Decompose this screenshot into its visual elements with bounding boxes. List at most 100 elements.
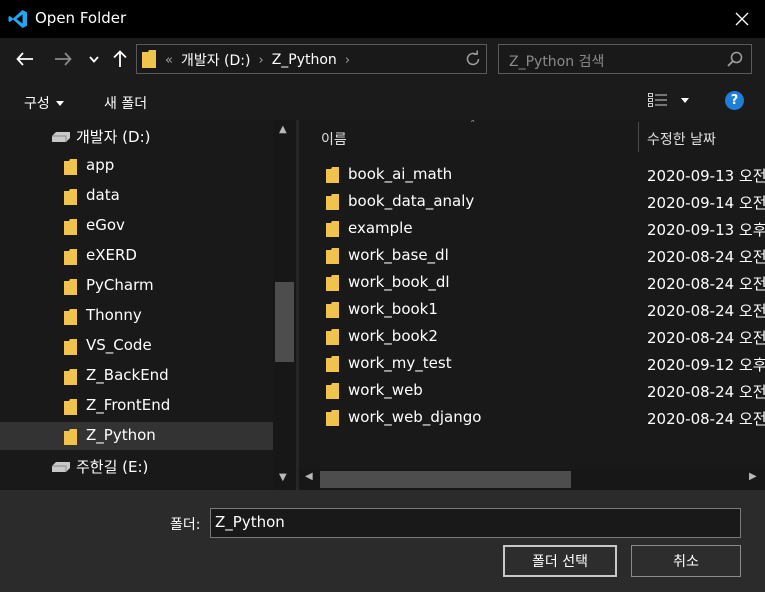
folder-icon xyxy=(326,410,339,426)
breadcrumb-separator-icon[interactable]: › xyxy=(258,53,263,68)
scrollbar-thumb[interactable] xyxy=(275,282,294,362)
file-row[interactable]: example 2020-09-13 오후 1 xyxy=(299,216,765,243)
nav-item-drive-d[interactable]: 개발자 (D:) xyxy=(0,122,273,150)
scroll-right-arrow-icon[interactable]: ▶ xyxy=(749,471,757,482)
file-date: 2020-08-24 오전 1 xyxy=(647,275,765,293)
nav-item-label: 주한길 (E:) xyxy=(76,458,149,476)
file-row[interactable]: work_web 2020-08-24 오전 1 xyxy=(299,378,765,405)
help-button[interactable]: ? xyxy=(725,91,744,110)
folder-icon xyxy=(64,279,77,295)
nav-item-label: PyCharm xyxy=(86,276,154,294)
nav-item-drive-e[interactable]: 주한길 (E:) xyxy=(0,452,273,480)
nav-item-z-python[interactable]: Z_Python xyxy=(0,422,273,450)
column-header-name[interactable]: 이름 xyxy=(321,129,347,162)
breadcrumb-separator-icon[interactable]: › xyxy=(345,53,350,68)
nav-item-z-frontend[interactable]: Z_FrontEnd xyxy=(0,392,273,420)
scroll-left-arrow-icon[interactable]: ◀ xyxy=(305,471,313,482)
file-date: 2020-09-12 오후 1 xyxy=(647,356,765,374)
up-button[interactable] xyxy=(108,47,132,71)
nav-item-label: VS_Code xyxy=(86,336,152,354)
folder-icon xyxy=(64,339,77,355)
file-name: work_book_dl xyxy=(348,273,450,291)
nav-item-label: Z_Python xyxy=(86,426,156,444)
folder-icon xyxy=(64,189,77,205)
sort-ascending-icon: ˄ xyxy=(470,120,476,131)
folder-icon xyxy=(326,383,339,399)
file-name: example xyxy=(348,219,413,237)
file-row[interactable]: work_book2 2020-08-24 오전 1 xyxy=(299,324,765,351)
nav-item-label: eXERD xyxy=(86,246,137,264)
address-bar[interactable]: « 개발자 (D:) › Z_Python › xyxy=(136,44,487,74)
dropdown-arrow-icon xyxy=(681,98,689,103)
column-header-date[interactable]: 수정한 날짜 xyxy=(647,129,716,162)
nav-item-thonny[interactable]: Thonny xyxy=(0,302,273,330)
drive-icon xyxy=(52,462,70,472)
command-toolbar: 구성 새 폴더 xyxy=(0,82,765,120)
column-divider[interactable] xyxy=(638,122,639,152)
forward-button[interactable] xyxy=(51,47,75,71)
close-icon xyxy=(735,12,749,26)
nav-vertical-scrollbar[interactable]: ▲ ▼ xyxy=(273,120,296,490)
file-name: work_web xyxy=(348,381,423,399)
folder-icon xyxy=(64,159,77,175)
folder-icon xyxy=(64,399,77,415)
nav-item-label: data xyxy=(86,186,120,204)
nav-item-label: 개발자 (D:) xyxy=(76,128,151,146)
file-row[interactable]: book_data_analy 2020-09-14 오전 1 xyxy=(299,189,765,216)
new-folder-button[interactable]: 새 폴더 xyxy=(104,93,147,113)
file-row[interactable]: book_ai_math 2020-09-13 오전 1 xyxy=(299,162,765,189)
arrow-left-icon xyxy=(16,52,33,66)
dropdown-arrow-icon xyxy=(55,100,64,106)
search-input[interactable]: Z_Python 검색 xyxy=(498,44,752,74)
file-row[interactable]: work_book1 2020-08-24 오전 1 xyxy=(299,297,765,324)
nav-item-label: Thonny xyxy=(86,306,142,324)
folder-icon xyxy=(64,249,77,265)
file-list-horizontal-scrollbar[interactable]: ◀ ▶ xyxy=(299,469,765,490)
organize-button[interactable]: 구성 xyxy=(24,93,64,113)
file-row[interactable]: work_base_dl 2020-08-24 오전 1 xyxy=(299,243,765,270)
folder-name-input[interactable]: Z_Python xyxy=(210,508,741,538)
file-row[interactable]: work_web_django 2020-08-24 오전 1 xyxy=(299,405,765,432)
nav-item-pycharm[interactable]: PyCharm xyxy=(0,272,273,300)
nav-item-z-backend[interactable]: Z_BackEnd xyxy=(0,362,273,390)
arrow-right-icon xyxy=(55,52,72,66)
file-row[interactable]: work_my_test 2020-09-12 오후 1 xyxy=(299,351,765,378)
folder-icon xyxy=(326,356,339,372)
nav-item-exerd[interactable]: eXERD xyxy=(0,242,273,270)
cancel-button[interactable]: 취소 xyxy=(631,545,741,577)
nav-item-egov[interactable]: eGov xyxy=(0,212,273,240)
close-button[interactable] xyxy=(719,0,765,38)
file-date: 2020-08-24 오전 1 xyxy=(647,329,765,347)
window-title: Open Folder xyxy=(35,9,127,27)
refresh-icon[interactable] xyxy=(464,50,482,68)
folder-icon xyxy=(326,302,339,318)
nav-item-vs-code[interactable]: VS_Code xyxy=(0,332,273,360)
folder-icon xyxy=(142,50,156,68)
drive-icon xyxy=(52,132,70,142)
arrow-up-icon xyxy=(113,50,127,67)
new-folder-label: 새 폴더 xyxy=(104,96,148,112)
nav-item-data[interactable]: data xyxy=(0,182,273,210)
file-date: 2020-08-24 오전 1 xyxy=(647,383,765,401)
navigation-pane[interactable]: 개발자 (D:) app data eGov eXERD PyCharm Tho… xyxy=(0,120,296,490)
view-options-button[interactable] xyxy=(648,93,689,108)
file-list[interactable]: ˄ 이름 수정한 날짜 book_ai_math 2020-09-13 오전 1… xyxy=(299,120,765,490)
folder-icon xyxy=(64,369,77,385)
nav-item-label: eGov xyxy=(86,216,125,234)
breadcrumb-z-python[interactable]: Z_Python xyxy=(272,52,337,68)
scroll-down-arrow-icon[interactable]: ▼ xyxy=(279,472,287,483)
scrollbar-thumb[interactable] xyxy=(320,471,571,488)
organize-label: 구성 xyxy=(24,96,50,112)
breadcrumb-overflow[interactable]: « xyxy=(165,53,173,68)
back-button[interactable] xyxy=(13,47,37,71)
nav-item-app[interactable]: app xyxy=(0,152,273,180)
nav-item-label: Z_BackEnd xyxy=(86,366,169,384)
title-bar: Open Folder xyxy=(0,0,765,38)
recent-locations-button[interactable] xyxy=(82,47,106,71)
file-row[interactable]: work_book_dl 2020-08-24 오전 1 xyxy=(299,270,765,297)
select-folder-button[interactable]: 폴더 선택 xyxy=(503,545,617,577)
dialog-footer: 폴더: Z_Python 폴더 선택 취소 xyxy=(0,490,765,592)
breadcrumb-drive-d[interactable]: 개발자 (D:) xyxy=(181,50,251,70)
scroll-up-arrow-icon[interactable]: ▲ xyxy=(279,124,287,135)
folder-icon xyxy=(326,248,339,264)
